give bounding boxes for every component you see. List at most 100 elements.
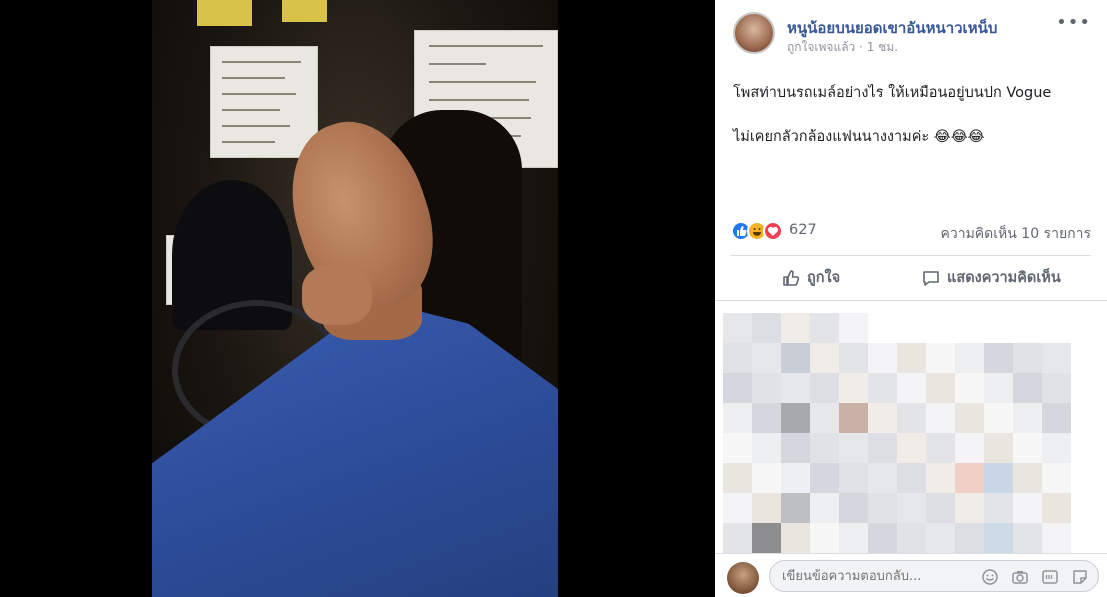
blur-tile <box>810 493 839 523</box>
blur-tile <box>868 433 897 463</box>
blur-tile <box>810 523 839 553</box>
blur-tile <box>781 463 810 493</box>
comment-button[interactable]: แสดงความคิดเห็น <box>921 266 1061 289</box>
blur-tile <box>781 433 810 463</box>
blur-tile <box>1042 463 1071 493</box>
blur-tile <box>752 343 781 373</box>
post-text-line: โพสท่าบนรถเมล์อย่างไร ให้เหมือนอยู่บนปก … <box>733 85 1052 101</box>
blur-tile <box>810 433 839 463</box>
blur-tile <box>926 343 955 373</box>
blur-tile <box>955 373 984 403</box>
post-side-panel: หนูน้อยบนยอดเขาอันหนาวเหน็บ ถูกใจเพจแล้ว… <box>715 0 1107 597</box>
blur-tile <box>810 403 839 433</box>
blur-tile <box>1013 433 1042 463</box>
blur-tile <box>897 373 926 403</box>
blur-tile <box>839 523 868 553</box>
gif-icon[interactable] <box>1041 568 1059 586</box>
page-avatar[interactable] <box>733 12 775 54</box>
blurred-comments <box>715 301 1107 553</box>
blur-tile <box>839 463 868 493</box>
blur-tile <box>984 463 1013 493</box>
love-icon <box>763 221 783 241</box>
blur-tile <box>781 403 810 433</box>
blur-tile <box>1042 493 1071 523</box>
blur-tile <box>839 433 868 463</box>
blur-tile <box>897 343 926 373</box>
blur-tile <box>752 433 781 463</box>
sticker-icon[interactable] <box>1071 568 1089 586</box>
blur-tile <box>926 523 955 553</box>
user-avatar <box>727 562 759 594</box>
reaction-count[interactable]: 627 <box>789 222 817 238</box>
blur-tile <box>723 343 752 373</box>
post-meta: ถูกใจเพจแล้ว · 1 ชม. <box>787 40 899 54</box>
blur-tile <box>781 373 810 403</box>
blur-tile <box>1042 403 1071 433</box>
blur-tile <box>1013 403 1042 433</box>
yellow-sticker <box>197 0 252 26</box>
blur-tile <box>897 433 926 463</box>
blur-tile <box>839 403 868 433</box>
blur-tile <box>868 463 897 493</box>
reply-tools <box>981 568 1089 586</box>
blur-tile <box>810 463 839 493</box>
like-button[interactable]: ถูกใจ <box>781 266 840 289</box>
blur-tile <box>984 493 1013 523</box>
blur-tile <box>926 493 955 523</box>
blur-tile <box>781 313 810 343</box>
blur-tile <box>1042 433 1071 463</box>
blur-tile <box>926 403 955 433</box>
blur-tile <box>984 373 1013 403</box>
blur-tile <box>868 403 897 433</box>
blur-tile <box>1013 523 1042 553</box>
blur-tile <box>1013 493 1042 523</box>
blur-tile <box>752 493 781 523</box>
blur-tile <box>868 493 897 523</box>
comment-button-label: แสดงความคิดเห็น <box>947 270 1061 286</box>
comment-icon <box>923 270 939 286</box>
blur-tile <box>839 313 868 343</box>
thumbs-up-icon <box>783 269 800 286</box>
blur-tile <box>984 403 1013 433</box>
post-photo[interactable] <box>152 0 558 597</box>
comment-count-link[interactable]: ความคิดเห็น 10 รายการ <box>940 223 1091 245</box>
blur-tile <box>1042 373 1071 403</box>
blur-tile <box>984 433 1013 463</box>
action-bar: ถูกใจ แสดงความคิดเห็น <box>731 255 1091 299</box>
camera-icon[interactable] <box>1011 568 1029 586</box>
reaction-summary[interactable]: 627 ความคิดเห็น 10 รายการ <box>731 221 1091 243</box>
post-text-line: ไม่เคยกลัวกล้องแฟนนางงามค่ะ 😂😂😂 <box>733 129 985 145</box>
blur-tile <box>926 463 955 493</box>
blur-tile <box>839 493 868 523</box>
blur-tile <box>781 523 810 553</box>
yellow-sticker <box>282 0 327 22</box>
blur-tile <box>926 433 955 463</box>
more-options-icon[interactable]: ••• <box>1056 12 1091 33</box>
blur-tile <box>839 343 868 373</box>
blur-tile <box>810 313 839 343</box>
post-header: หนูน้อยบนยอดเขาอันหนาวเหน็บ ถูกใจเพจแล้ว… <box>733 12 1097 62</box>
blur-tile <box>839 373 868 403</box>
blur-tile <box>810 343 839 373</box>
photo-theater <box>0 0 715 597</box>
like-button-label: ถูกใจ <box>807 270 841 286</box>
blur-tile <box>752 313 781 343</box>
blur-tile <box>868 523 897 553</box>
blur-tile <box>1042 523 1071 553</box>
blur-tile <box>955 403 984 433</box>
blur-tile <box>955 343 984 373</box>
page-name-link[interactable]: หนูน้อยบนยอดเขาอันหนาวเหน็บ <box>787 16 997 40</box>
emoji-icon[interactable] <box>981 568 999 586</box>
blur-tile <box>868 343 897 373</box>
hand <box>302 265 372 325</box>
blur-tile <box>752 403 781 433</box>
blur-tile <box>897 493 926 523</box>
blur-tile <box>868 373 897 403</box>
blur-tile <box>955 433 984 463</box>
blur-tile <box>752 373 781 403</box>
blur-tile <box>723 373 752 403</box>
blur-tile <box>723 313 752 343</box>
blur-tile <box>752 463 781 493</box>
blur-tile <box>955 463 984 493</box>
blur-tile <box>723 523 752 553</box>
